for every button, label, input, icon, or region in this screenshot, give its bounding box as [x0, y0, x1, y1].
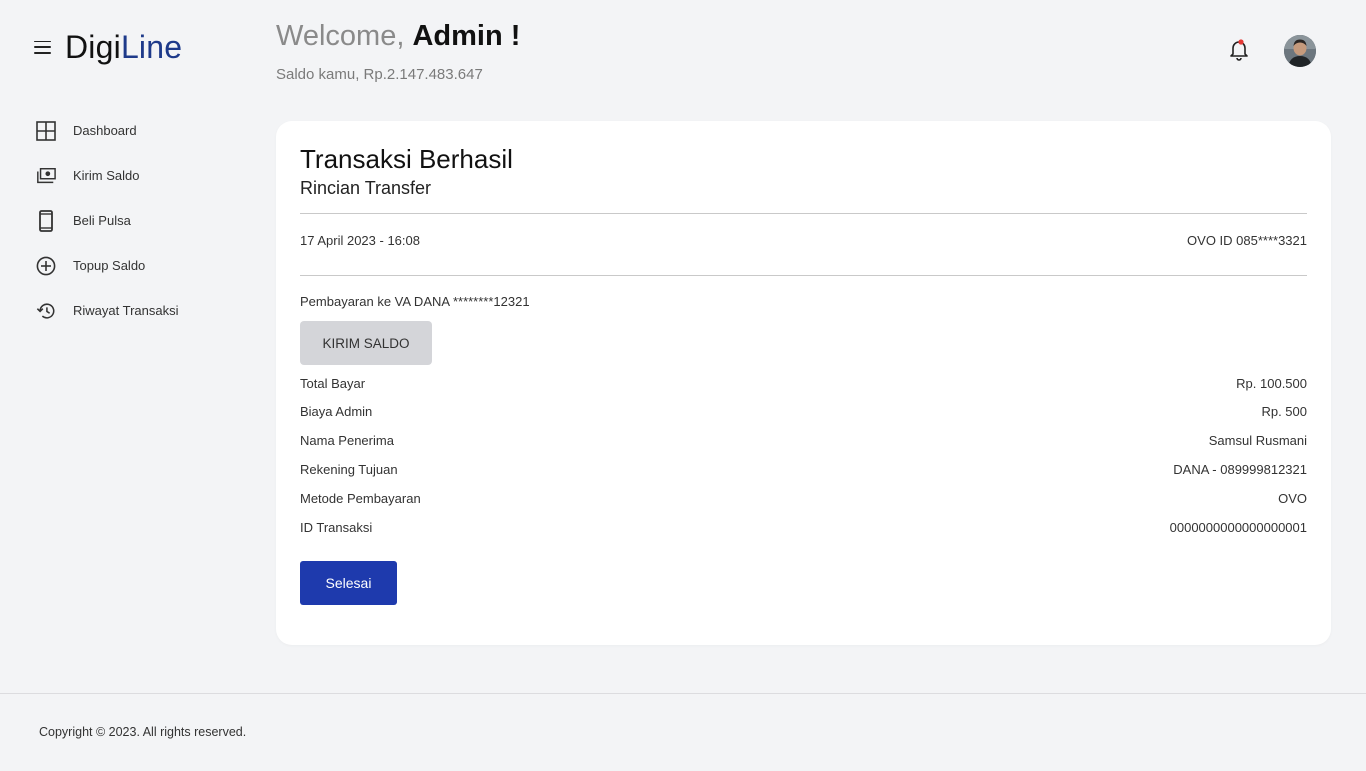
detail-label: ID Transaksi — [300, 520, 373, 535]
detail-row-total: Total Bayar Rp. 100.500 — [300, 376, 1307, 391]
balance-text: Saldo kamu, Rp.2.147.483.647 — [276, 66, 483, 83]
transaction-meta-row: 17 April 2023 - 16:08 OVO ID 085****3321 — [300, 233, 1307, 248]
footer-divider — [0, 693, 1366, 694]
footer-copyright: Copyright © 2023. All rights reserved. — [39, 725, 247, 739]
transaction-card: Transaksi Berhasil Rincian Transfer 17 A… — [276, 121, 1331, 645]
sidebar-item-label: Kirim Saldo — [73, 168, 140, 183]
app-page: DigiLine Dashboard Kirim Saldo Beli Puls… — [0, 0, 1366, 771]
user-name: Admin ! — [412, 20, 521, 52]
sidebar-item-label: Riwayat Transaksi — [73, 303, 179, 318]
sidebar-item-riwayat-transaksi[interactable]: Riwayat Transaksi — [36, 288, 178, 333]
sidebar-item-topup-saldo[interactable]: Topup Saldo — [36, 243, 178, 288]
sidebar-nav: Dashboard Kirim Saldo Beli Pulsa Topup S… — [36, 108, 178, 333]
welcome-heading: Welcome, Admin ! — [276, 18, 520, 54]
source-account: OVO ID 085****3321 — [1187, 233, 1307, 248]
detail-row-payment-method: Metode Pembayaran OVO — [300, 491, 1307, 506]
kirim-saldo-button[interactable]: KIRIM SALDO — [300, 321, 432, 365]
transaction-datetime: 17 April 2023 - 16:08 — [300, 233, 420, 248]
detail-row-destination-account: Rekening Tujuan DANA - 089999812321 — [300, 462, 1307, 477]
sidebar: DigiLine Dashboard Kirim Saldo Beli Puls… — [0, 0, 250, 693]
sidebar-item-kirim-saldo[interactable]: Kirim Saldo — [36, 153, 178, 198]
grid-icon — [36, 120, 56, 142]
detail-value: DANA - 089999812321 — [1173, 462, 1307, 477]
sidebar-item-label: Topup Saldo — [73, 258, 146, 273]
detail-value: Samsul Rusmani — [1208, 433, 1307, 448]
detail-label: Nama Penerima — [300, 433, 394, 448]
detail-value: OVO — [1278, 491, 1307, 506]
payment-destination: Pembayaran ke VA DANA ********12321 — [300, 294, 530, 309]
selesai-button[interactable]: Selesai — [300, 561, 397, 605]
bell-icon[interactable] — [1228, 38, 1250, 62]
divider — [300, 213, 1307, 214]
avatar[interactable] — [1284, 35, 1316, 67]
detail-row-admin-fee: Biaya Admin Rp. 500 — [300, 404, 1307, 419]
sidebar-item-dashboard[interactable]: Dashboard — [36, 108, 178, 153]
welcome-prefix: Welcome, — [276, 20, 405, 52]
brand: DigiLine — [34, 28, 182, 66]
phone-icon — [36, 209, 56, 232]
detail-row-transaction-id: ID Transaksi 0000000000000000001 — [300, 520, 1307, 535]
divider — [300, 275, 1307, 276]
hamburger-menu-icon[interactable] — [34, 40, 51, 54]
money-icon — [36, 165, 56, 187]
detail-label: Biaya Admin — [300, 404, 373, 419]
history-icon — [36, 300, 56, 322]
detail-value: Rp. 100.500 — [1236, 376, 1307, 391]
detail-row-recipient: Nama Penerima Samsul Rusmani — [300, 433, 1307, 448]
detail-value: Rp. 500 — [1261, 404, 1307, 419]
sidebar-item-label: Beli Pulsa — [73, 213, 131, 228]
logo[interactable]: DigiLine — [65, 28, 182, 66]
plus-circle-icon — [36, 255, 56, 277]
sidebar-item-beli-pulsa[interactable]: Beli Pulsa — [36, 198, 178, 243]
detail-label: Total Bayar — [300, 376, 366, 391]
card-title: Transaksi Berhasil — [300, 144, 513, 174]
detail-label: Metode Pembayaran — [300, 491, 421, 506]
logo-prefix: Digi — [65, 29, 121, 65]
sidebar-item-label: Dashboard — [73, 123, 137, 138]
detail-value: 0000000000000000001 — [1169, 520, 1307, 535]
detail-label: Rekening Tujuan — [300, 462, 398, 477]
card-subtitle: Rincian Transfer — [300, 178, 432, 198]
logo-accent: Line — [120, 29, 183, 65]
